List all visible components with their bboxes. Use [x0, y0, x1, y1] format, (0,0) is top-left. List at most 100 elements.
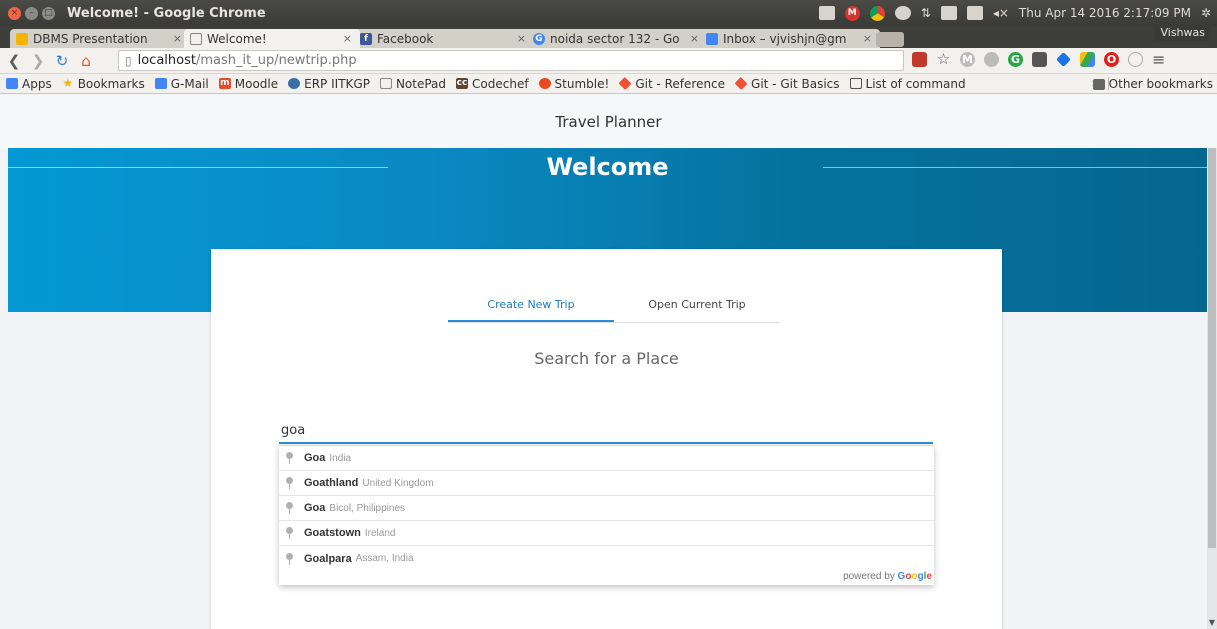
new-tab-button[interactable] — [876, 32, 904, 47]
circle-extension-icon[interactable] — [1128, 52, 1143, 67]
maximize-window-button[interactable]: □ — [42, 6, 55, 20]
scroll-down-arrow-icon[interactable]: ▼ — [1207, 618, 1217, 627]
suggestion-match: Goa — [304, 502, 326, 514]
folder-icon — [1092, 78, 1105, 90]
bookmark-list-of-command[interactable]: List of command — [849, 77, 966, 91]
tab-open-current-trip[interactable]: Open Current Trip — [614, 295, 780, 322]
map-pin-icon — [285, 452, 294, 464]
suggestion-secondary: Assam, India — [355, 553, 414, 564]
other-bookmarks[interactable]: Other bookmarks — [1092, 77, 1213, 91]
minimize-window-button[interactable]: – — [25, 6, 38, 20]
suggestion-rest: thland — [325, 477, 359, 489]
tab-label: Facebook — [377, 31, 434, 46]
suggestion-secondary: United Kingdom — [362, 477, 434, 489]
bookmark-notepad[interactable]: NotePad — [379, 77, 446, 91]
bookmark-gmail[interactable]: G-Mail — [154, 76, 209, 91]
page-icon — [190, 32, 202, 45]
bookmark-erp[interactable]: ERP IITKGP — [288, 77, 370, 91]
scrollbar-thumb[interactable] — [1208, 148, 1216, 548]
suggestion-name: Goalpara — [304, 553, 352, 565]
tab-label: noida sector 132 - Go — [550, 31, 680, 46]
bookmark-bookmarks[interactable]: ★ Bookmarks — [62, 76, 144, 91]
dropbox-icon[interactable] — [1056, 52, 1071, 67]
forward-icon[interactable]: ❯ — [28, 51, 48, 71]
grammarly-icon[interactable]: G — [1008, 52, 1023, 67]
google-drive-icon[interactable] — [1080, 52, 1095, 67]
place-search-input[interactable] — [279, 418, 933, 444]
settings-gear-icon[interactable]: ✲ — [1201, 6, 1211, 20]
suggestion-match: Goa — [304, 452, 326, 464]
close-tab-icon[interactable]: × — [863, 32, 872, 45]
screen-icon[interactable] — [818, 6, 835, 20]
gmail-notifier-icon[interactable]: M — [844, 5, 860, 21]
suggestion-secondary: India — [329, 452, 352, 464]
back-icon[interactable]: ❮ — [4, 51, 24, 71]
close-tab-icon[interactable]: × — [173, 32, 182, 45]
page-info-icon[interactable]: ▯ — [125, 54, 132, 68]
map-pin-icon — [285, 552, 294, 565]
google-letter: e — [926, 571, 932, 582]
mail-icon[interactable] — [940, 6, 957, 20]
address-bar[interactable]: ▯ localhost/mash_it_up/newtrip.php — [118, 50, 904, 71]
close-tab-icon[interactable]: × — [690, 32, 699, 45]
powered-by-label: powered by — [843, 571, 895, 582]
close-tab-icon[interactable]: × — [343, 32, 352, 45]
opera-icon[interactable]: O — [1104, 52, 1119, 67]
bookmark-codechef[interactable]: cc Codechef — [456, 77, 529, 91]
profile-button[interactable]: Vishwas — [1154, 24, 1211, 41]
page-viewport: Travel Planner Welcome ▼ Create New Trip… — [0, 95, 1217, 629]
battery-icon[interactable] — [966, 6, 983, 20]
close-window-button[interactable]: × — [8, 6, 21, 20]
reload-icon[interactable]: ↻ — [52, 51, 72, 71]
clock[interactable]: Thu Apr 14 2016 2:17:09 PM — [1019, 6, 1191, 20]
autocomplete-item[interactable]: Goa Bicol, Philippines — [279, 496, 934, 521]
gmail-icon — [154, 78, 167, 89]
bookmark-stumble[interactable]: Stumble! — [538, 77, 609, 91]
browser-tab[interactable]: Inbox – vjvishjn@gm × — [700, 29, 880, 48]
autocomplete-item[interactable]: Goa India — [279, 446, 934, 471]
chrome-icon[interactable] — [869, 5, 885, 21]
inbox-icon — [706, 32, 718, 45]
bookmark-moodle[interactable]: m Moodle — [218, 77, 278, 91]
extension-icons: ☆ M G O ≡ — [912, 52, 1165, 68]
volume-icon[interactable]: ◂× — [993, 6, 1009, 20]
window-title: Welcome! - Google Chrome — [67, 5, 266, 21]
m-extension-icon[interactable]: M — [960, 52, 975, 67]
pocket-icon[interactable] — [1032, 52, 1047, 67]
home-icon[interactable]: ⌂ — [76, 51, 96, 71]
suggestion-name: Goa — [304, 502, 325, 514]
star-icon: ★ — [62, 76, 74, 90]
os-title-bar: × – □ Welcome! - Google Chrome M ⇅ ◂× Th… — [0, 0, 1217, 26]
bookmark-git-basics[interactable]: Git - Git Basics — [734, 77, 840, 91]
suggestion-name: Goathland — [304, 477, 358, 489]
star-icon[interactable]: ☆ — [936, 52, 951, 67]
bookmark-git-reference[interactable]: Git - Reference — [618, 77, 725, 91]
autocomplete-item[interactable]: Goalpara Assam, India — [279, 546, 934, 571]
bookmark-label: Codechef — [472, 76, 529, 91]
browser-tab[interactable]: f Facebook × — [354, 29, 534, 48]
page-scrollbar[interactable]: ▼ — [1207, 148, 1217, 629]
browser-tab-active[interactable]: Welcome! × — [184, 29, 360, 48]
browser-tab[interactable]: G noida sector 132 - Go × — [527, 29, 707, 48]
page-icon — [379, 78, 392, 89]
autocomplete-item[interactable]: Goathland United Kingdom — [279, 471, 934, 496]
bookmark-extension-icon[interactable] — [912, 52, 927, 67]
suggestion-rest: lpara — [325, 552, 352, 565]
map-pin-icon — [285, 477, 294, 489]
url-host: localhost — [137, 53, 196, 68]
browser-toolbar: ❮ ❯ ↻ ⌂ ▯ localhost/mash_it_up/newtrip.p… — [0, 48, 1217, 74]
erp-icon — [288, 78, 301, 89]
bookmark-label: G-Mail — [170, 76, 209, 91]
chrome-menu-icon[interactable]: ≡ — [1152, 52, 1165, 68]
app-header: Travel Planner — [0, 95, 1217, 149]
suggestion-name: Goatstown — [304, 527, 361, 539]
network-icon[interactable]: ⇅ — [921, 6, 931, 20]
pushbullet-icon[interactable] — [984, 52, 999, 67]
browser-tab[interactable]: DBMS Presentation × — [10, 29, 190, 48]
autocomplete-item[interactable]: Goatstown Ireland — [279, 521, 934, 546]
pushbullet-icon[interactable] — [894, 6, 911, 20]
tab-create-new-trip[interactable]: Create New Trip — [448, 295, 614, 322]
bookmark-apps[interactable]: Apps — [6, 77, 52, 91]
app-title: Travel Planner — [555, 113, 662, 131]
close-tab-icon[interactable]: × — [517, 32, 526, 45]
